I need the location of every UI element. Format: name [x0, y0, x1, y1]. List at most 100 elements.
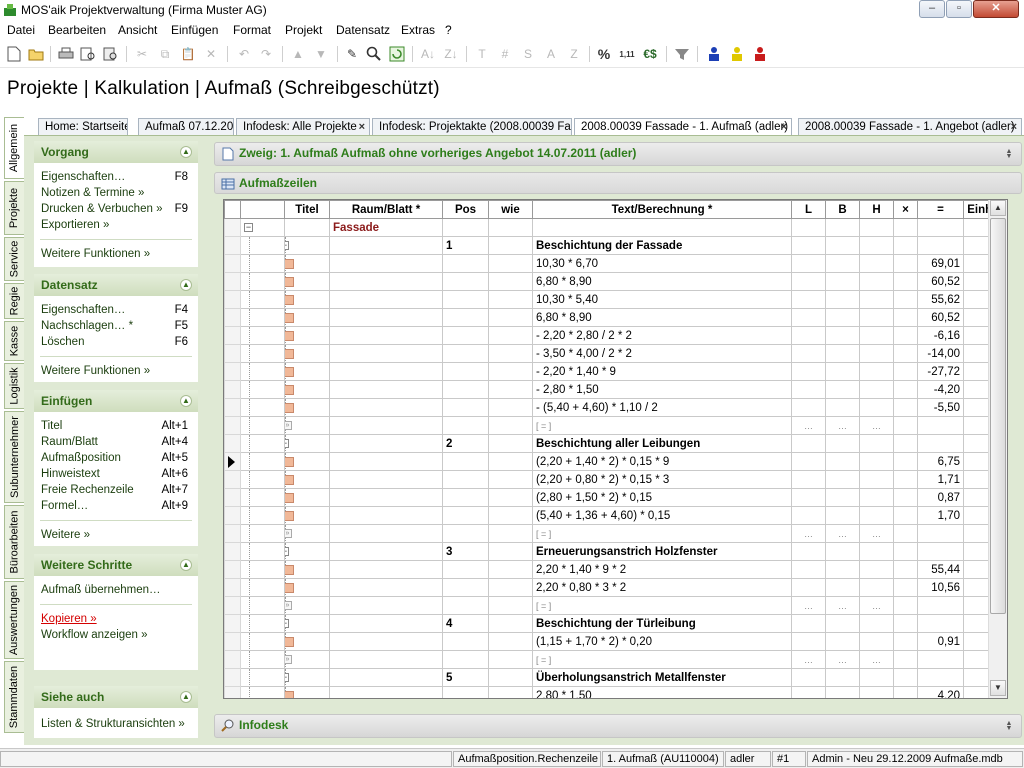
grid-row-calc[interactable]: 2,20 * 0,80 * 3 * 2 10,56: [224, 578, 1004, 597]
grid-row-calc[interactable]: (2,80 + 1,50 * 2) * 0,15 0,87: [224, 488, 1004, 507]
wie-cell[interactable]: [488, 668, 533, 687]
text-cell[interactable]: [ = ]: [532, 524, 792, 543]
grid-row-calc[interactable]: - 3,50 * 4,00 / 2 * 2 -14,00: [224, 344, 1004, 363]
row-selector[interactable]: [224, 470, 241, 489]
dim-l-cell[interactable]: [791, 470, 826, 489]
dim-l-cell[interactable]: [791, 308, 826, 327]
tab-angebot[interactable]: 2008.00039 Fassade - 1. Angebot (adler) ×: [798, 118, 1022, 136]
dim-l-cell[interactable]: [791, 578, 826, 597]
copy-icon[interactable]: ⧉: [155, 44, 175, 64]
grid-row-calc[interactable]: 6,80 * 8,90 60,52: [224, 272, 1004, 291]
wie-cell[interactable]: [488, 380, 533, 399]
raum-cell[interactable]: [329, 668, 443, 687]
col-multiply[interactable]: ×: [893, 200, 918, 219]
wie-cell[interactable]: [488, 686, 533, 698]
tab-infodesk-alle-projekte[interactable]: Infodesk: Alle Projekte ×: [236, 118, 370, 136]
col-result[interactable]: =: [917, 200, 964, 219]
paste-icon[interactable]: 📋: [178, 44, 198, 64]
link-notizen-termine[interactable]: Notizen & Termine »: [34, 185, 198, 201]
redo-icon[interactable]: ↷: [256, 44, 276, 64]
pos-cell[interactable]: 4: [442, 614, 489, 633]
raum-cell[interactable]: [329, 596, 443, 615]
text-cell[interactable]: [ = ]: [532, 650, 792, 669]
pos-cell[interactable]: [442, 326, 489, 345]
text-cell[interactable]: 6,80 * 8,90: [532, 272, 792, 291]
grid-row-calc[interactable]: 2,80 * 1,50 4,20: [224, 686, 1004, 698]
wie-cell[interactable]: [488, 542, 533, 561]
raum-cell[interactable]: [329, 416, 443, 435]
dim-l-cell[interactable]: [791, 344, 826, 363]
grid-row-pos[interactable]: − 2 Beschichtung aller Leibungen: [224, 434, 1004, 453]
raum-cell[interactable]: [329, 542, 443, 561]
row-selector[interactable]: [224, 344, 241, 363]
text-cell[interactable]: 10,30 * 6,70: [532, 254, 792, 273]
dim-l-cell[interactable]: [791, 236, 826, 255]
dim-h-cell[interactable]: [859, 344, 894, 363]
dim-h-cell[interactable]: [859, 326, 894, 345]
link-drucken-verbuchen[interactable]: Drucken & Verbuchen » F9: [34, 201, 198, 217]
pos-cell[interactable]: [442, 452, 489, 471]
grid-row-calc[interactable]: (5,40 + 1,36 + 4,60) * 0,15 1,70: [224, 506, 1004, 525]
link-weitere-funktionen[interactable]: Weitere Funktionen »: [34, 246, 198, 262]
collapse-icon[interactable]: ▲: [180, 559, 192, 571]
dim-l-cell[interactable]: [791, 254, 826, 273]
link-insert-hinweistext[interactable]: Hinweistext Alt+6: [34, 466, 198, 482]
scroll-up-button[interactable]: ▲: [990, 200, 1006, 216]
wie-cell[interactable]: [488, 452, 533, 471]
col-raum-blatt[interactable]: Raum/Blatt *: [329, 200, 443, 219]
raum-cell[interactable]: [329, 686, 443, 698]
wie-cell[interactable]: [488, 326, 533, 345]
raum-cell[interactable]: [329, 488, 443, 507]
raum-cell[interactable]: [329, 578, 443, 597]
row-selector[interactable]: [224, 434, 241, 453]
text-cell[interactable]: 2,80 * 1,50: [532, 686, 792, 698]
wie-cell[interactable]: [488, 650, 533, 669]
tab-aufmass-0712[interactable]: Aufmaß 07.12.2011: [138, 118, 234, 136]
wie-cell[interactable]: [488, 578, 533, 597]
menu-bearbeiten[interactable]: Bearbeiten: [48, 23, 106, 37]
dim-b-cell[interactable]: [825, 488, 860, 507]
dim-x-cell[interactable]: [893, 542, 918, 561]
text-cell[interactable]: 2,20 * 1,40 * 9 * 2: [532, 560, 792, 579]
pos-cell[interactable]: [442, 218, 489, 237]
menu-help[interactable]: ?: [445, 23, 452, 37]
dim-x-cell[interactable]: [893, 236, 918, 255]
text-cell[interactable]: [ = ]: [532, 596, 792, 615]
dim-x-cell[interactable]: [893, 506, 918, 525]
raum-cell[interactable]: [329, 632, 443, 651]
wie-cell[interactable]: [488, 488, 533, 507]
pos-cell[interactable]: 3: [442, 542, 489, 561]
row-selector[interactable]: [224, 506, 241, 525]
text-cell[interactable]: (5,40 + 1,36 + 4,60) * 0,15: [532, 506, 792, 525]
dim-l-cell[interactable]: [791, 668, 826, 687]
text-cell[interactable]: Beschichtung aller Leibungen: [532, 434, 792, 453]
link-listen-strukturansichten[interactable]: Listen & Strukturansichten »: [34, 716, 198, 732]
pos-cell[interactable]: [442, 686, 489, 698]
row-selector[interactable]: [224, 290, 241, 309]
dim-l-cell[interactable]: [791, 560, 826, 579]
grid-row-calc[interactable]: (2,20 + 0,80 * 2) * 0,15 * 3 1,71: [224, 470, 1004, 489]
menu-datei[interactable]: Datei: [7, 23, 35, 37]
wie-cell[interactable]: [488, 560, 533, 579]
measurement-grid[interactable]: Titel Raum/Blatt * Pos wie Text/Berechnu…: [223, 199, 1008, 699]
collapse-icon[interactable]: ▲: [180, 395, 192, 407]
wie-cell[interactable]: [488, 236, 533, 255]
row-selector[interactable]: [224, 560, 241, 579]
dim-h-cell[interactable]: …: [859, 596, 894, 615]
pos-cell[interactable]: [442, 362, 489, 381]
raum-cell[interactable]: [329, 236, 443, 255]
dim-b-cell[interactable]: [825, 272, 860, 291]
dim-h-cell[interactable]: [859, 632, 894, 651]
grid-row-calc[interactable]: - 2,20 * 1,40 * 9 -27,72: [224, 362, 1004, 381]
dim-b-cell[interactable]: [825, 668, 860, 687]
dim-h-cell[interactable]: [859, 362, 894, 381]
raum-cell[interactable]: [329, 308, 443, 327]
raum-cell[interactable]: [329, 398, 443, 417]
dim-x-cell[interactable]: [893, 380, 918, 399]
row-selector[interactable]: [224, 488, 241, 507]
menu-extras[interactable]: Extras: [401, 23, 435, 37]
dim-h-cell[interactable]: [859, 398, 894, 417]
grid-row-calc[interactable]: - 2,20 * 2,80 / 2 * 2 -6,16: [224, 326, 1004, 345]
dim-b-cell[interactable]: [825, 470, 860, 489]
menu-datensatz[interactable]: Datensatz: [336, 23, 390, 37]
